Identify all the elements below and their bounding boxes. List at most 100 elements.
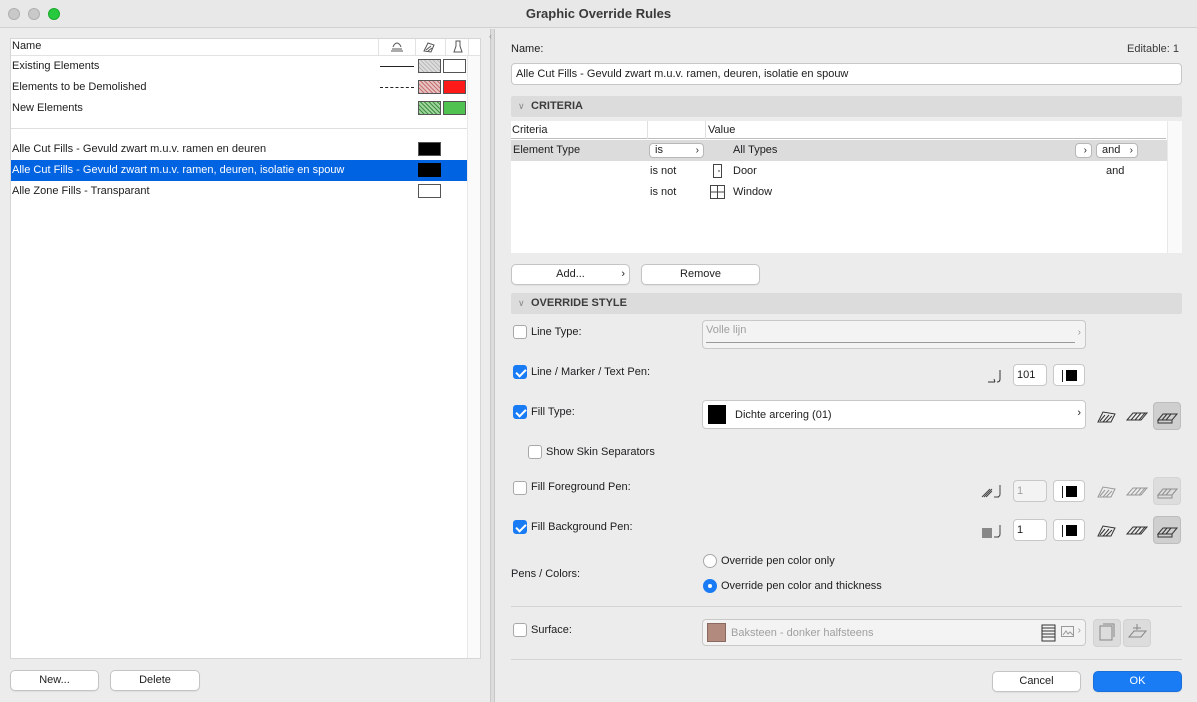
chevron-down-icon: ∨: [518, 101, 525, 111]
override-style-section-header[interactable]: ∨ OVERRIDE STYLE: [511, 293, 1182, 314]
fill-type-swatch: [708, 405, 726, 424]
dashed-line-swatch: [380, 87, 414, 88]
fill-type-value: Dichte arcering (01): [735, 409, 832, 421]
cover-fill-icon: [1125, 526, 1149, 535]
cover-fill-icon: [1125, 412, 1149, 421]
criteria-value: All Types: [733, 144, 778, 156]
cut-fill-toggle[interactable]: [1093, 402, 1121, 430]
rule-name-input[interactable]: Alle Cut Fills - Gevuld zwart m.u.v. ram…: [511, 63, 1182, 85]
surface-texture-icon: [1041, 624, 1056, 642]
criteria-row[interactable]: is not Door and: [511, 161, 1167, 182]
background-cover-toggle[interactable]: [1123, 516, 1151, 544]
pen-color-picker[interactable]: [1053, 364, 1085, 386]
chevron-right-icon: ›: [621, 268, 625, 280]
list-item[interactable]: Existing Elements: [11, 56, 467, 77]
criteria-row[interactable]: Element Type is › All Types › and ›: [511, 140, 1167, 161]
chevron-right-icon: ›: [1077, 625, 1081, 636]
surface-swatch: [707, 623, 726, 642]
list-item-label: New Elements: [12, 102, 83, 114]
foreground-drafting-toggle[interactable]: [1153, 477, 1181, 505]
list-item[interactable]: New Elements: [11, 98, 467, 119]
chevron-right-icon: ›: [1083, 145, 1087, 156]
foreground-cover-toggle[interactable]: [1123, 477, 1151, 505]
operator-select[interactable]: is ›: [649, 143, 704, 158]
fill-swatch: [418, 163, 441, 177]
list-item[interactable]: Elements to be Demolished: [11, 77, 467, 98]
name-column-header[interactable]: Name: [12, 40, 41, 52]
fill-type-select[interactable]: Dichte arcering (01) ›: [702, 400, 1086, 429]
add-criteria-button[interactable]: Add... ›: [511, 264, 630, 285]
list-item[interactable]: Alle Cut Fills - Gevuld zwart m.u.v. ram…: [11, 139, 467, 160]
title-bar: Graphic Override Rules: [0, 0, 1197, 28]
criteria-table-header: Criteria Value: [511, 121, 1166, 139]
line-marker-text-pen-checkbox[interactable]: [513, 365, 527, 379]
background-pen-input[interactable]: 1: [1013, 519, 1047, 541]
criteria-operator: is not: [650, 165, 677, 177]
pane-splitter[interactable]: ‹: [489, 29, 495, 702]
criteria-section-header[interactable]: ∨ CRITERIA: [511, 96, 1182, 117]
line-type-label: Line Type:: [531, 326, 582, 338]
remove-criteria-button[interactable]: Remove: [641, 264, 760, 285]
image-icon: [1061, 626, 1074, 637]
surface-catalog-button[interactable]: [1093, 619, 1121, 647]
fill-swatch: [418, 59, 441, 73]
show-skin-separators-label: Show Skin Separators: [546, 446, 655, 458]
cancel-button[interactable]: Cancel: [992, 671, 1081, 692]
list-item-label: Existing Elements: [12, 60, 100, 72]
list-header: Name: [11, 39, 480, 56]
list-scrollbar[interactable]: [467, 56, 480, 658]
background-cut-toggle[interactable]: [1093, 516, 1121, 544]
list-item[interactable]: Alle Zone Fills - Transparant: [11, 181, 467, 202]
show-skin-separators-checkbox[interactable]: [528, 445, 542, 459]
fill-swatch: [418, 142, 441, 156]
surface-select[interactable]: Baksteen - donker halfsteens ›: [702, 619, 1086, 646]
list-separator: [11, 128, 467, 129]
surface-pick-button[interactable]: [1123, 619, 1151, 647]
fill-swatch: [418, 184, 441, 198]
surface-label: Surface:: [531, 624, 572, 636]
pick-surface-icon: [1127, 624, 1148, 638]
line-type-checkbox[interactable]: [513, 325, 527, 339]
line-type-select[interactable]: Volle lijn ›: [702, 320, 1086, 349]
override-pen-color-only-radio[interactable]: [703, 554, 717, 568]
surface-column-icon: [453, 40, 463, 53]
delete-rule-button[interactable]: Delete: [110, 670, 200, 691]
value-picker-button[interactable]: ›: [1075, 143, 1092, 158]
criteria-value: Door: [733, 165, 757, 177]
rules-list[interactable]: Name Existing Elements Elements to be De…: [10, 38, 481, 659]
window-title: Graphic Override Rules: [525, 6, 672, 21]
name-label: Name:: [511, 43, 544, 55]
criteria-row[interactable]: is not Window: [511, 182, 1167, 203]
fill-type-checkbox[interactable]: [513, 405, 527, 419]
criteria-table[interactable]: Criteria Value Element Type is › All Type…: [511, 121, 1182, 253]
surface-checkbox[interactable]: [513, 623, 527, 637]
cut-fill-icon: [1097, 486, 1116, 498]
criteria-scrollbar[interactable]: [1167, 121, 1182, 253]
foreground-pen-input[interactable]: 1: [1013, 480, 1047, 502]
override-pen-color-thickness-radio[interactable]: [703, 579, 717, 593]
collapse-chevron-icon[interactable]: ‹: [489, 31, 492, 41]
override-pen-color-thickness-label: Override pen color and thickness: [721, 580, 882, 592]
new-rule-button[interactable]: New...: [10, 670, 99, 691]
list-item-label: Alle Zone Fills - Transparant: [12, 185, 150, 197]
background-drafting-toggle[interactable]: [1153, 516, 1181, 544]
fill-foreground-pen-label: Fill Foreground Pen:: [531, 481, 631, 493]
foreground-pen-color-picker[interactable]: [1053, 480, 1085, 502]
cover-fill-toggle[interactable]: [1123, 402, 1151, 430]
fill-background-pen-checkbox[interactable]: [513, 520, 527, 534]
list-item-selected[interactable]: Alle Cut Fills - Gevuld zwart m.u.v. ram…: [11, 160, 467, 181]
pen-number-input[interactable]: 101: [1013, 364, 1047, 386]
ok-button[interactable]: OK: [1093, 671, 1182, 692]
surface-value: Baksteen - donker halfsteens: [731, 627, 874, 639]
fill-foreground-pen-checkbox[interactable]: [513, 481, 527, 495]
drafting-fill-toggle[interactable]: [1153, 402, 1181, 430]
foreground-cut-toggle[interactable]: [1093, 477, 1121, 505]
pen-icon: [988, 370, 1001, 383]
surface-swatch: [443, 101, 466, 115]
surface-swatch: [443, 59, 466, 73]
editable-count: Editable: 1: [1127, 43, 1179, 55]
fill-background-pen-label: Fill Background Pen:: [531, 521, 633, 533]
background-pen-color-picker[interactable]: [1053, 519, 1085, 541]
conjunction-select[interactable]: and ›: [1096, 143, 1138, 158]
solid-line-swatch: [380, 66, 414, 67]
